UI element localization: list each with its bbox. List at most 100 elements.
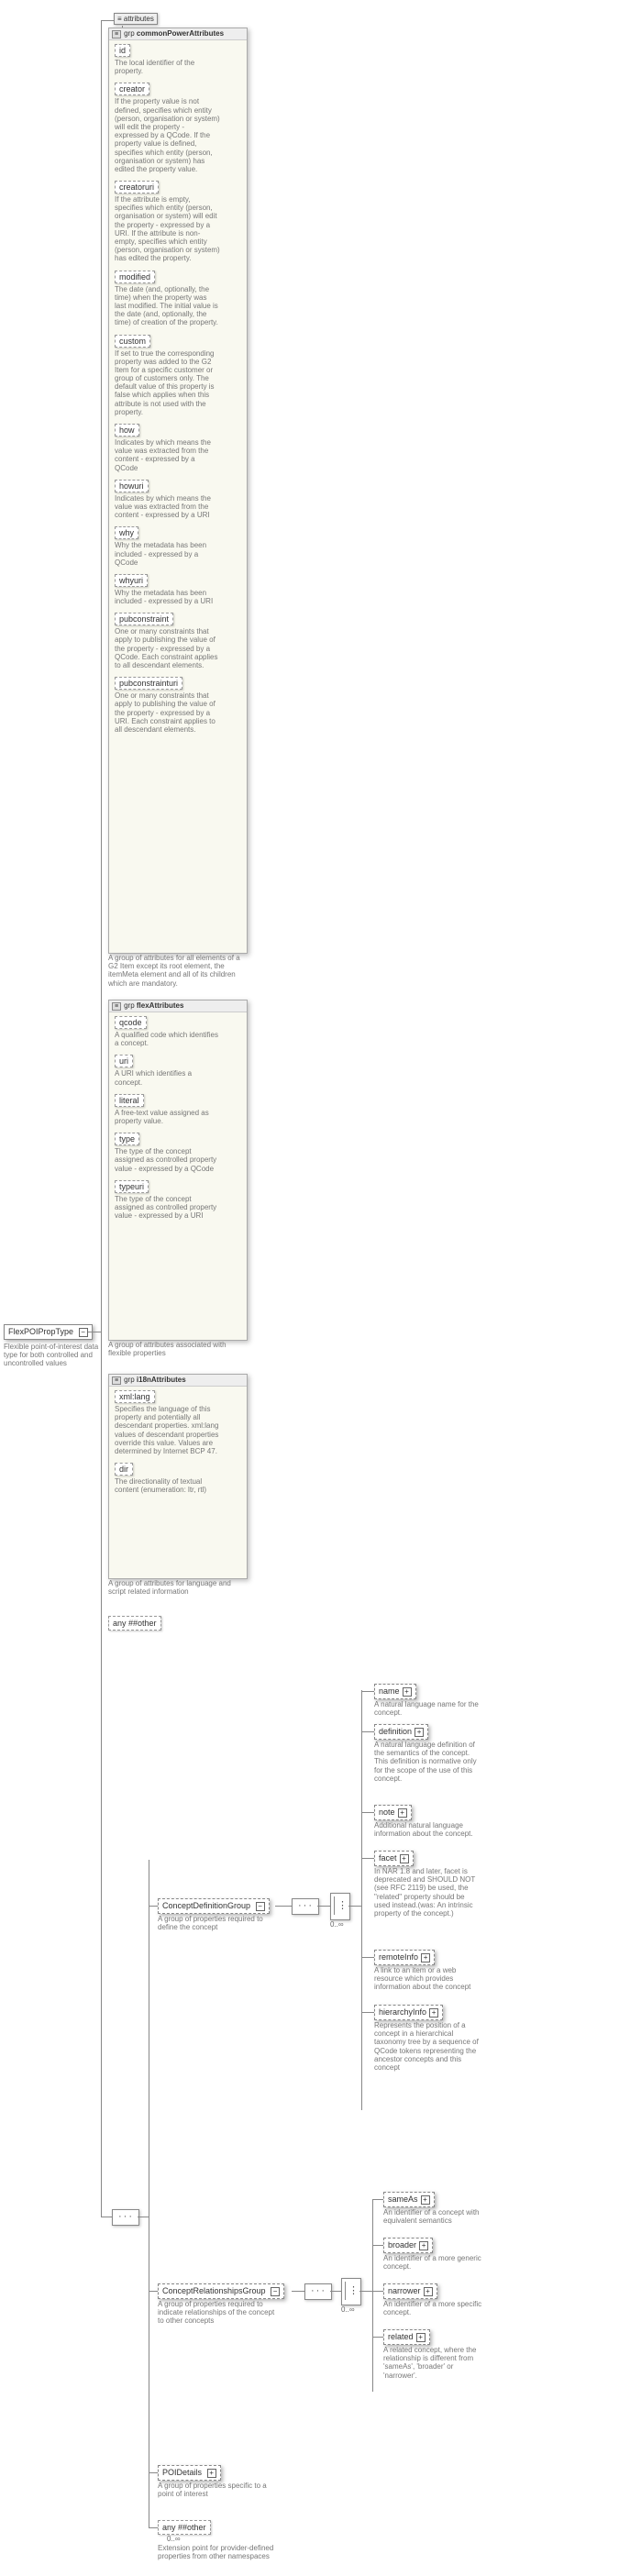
- child-label: note: [379, 1808, 395, 1817]
- expand-icon[interactable]: +: [415, 1728, 424, 1737]
- expand-icon[interactable]: +: [416, 2333, 426, 2342]
- expand-icon[interactable]: +: [400, 1854, 409, 1863]
- root-type-label: FlexPOIPropType: [8, 1327, 73, 1336]
- child-element-node[interactable]: narrower+: [383, 2283, 437, 2299]
- attribute-name: typeuri: [115, 1180, 149, 1193]
- child-element-node[interactable]: name+: [374, 1684, 416, 1699]
- expand-icon[interactable]: +: [207, 2469, 216, 2478]
- child-label: narrower: [388, 2286, 421, 2295]
- sequence-indicator: [292, 1898, 319, 1915]
- child-element-node[interactable]: definition+: [374, 1724, 428, 1740]
- attribute-item: qcode A qualified code which identifies a…: [115, 1016, 241, 1047]
- attribute-name: creatoruri: [115, 181, 159, 193]
- expand-icon[interactable]: +: [403, 1687, 412, 1697]
- child-label: remoteInfo: [379, 1952, 418, 1962]
- group-commonpowerattributes: ≡grp commonPowerAttributes idThe local i…: [108, 28, 248, 954]
- any-other-element: any ##other: [158, 2520, 211, 2535]
- attribute-item: idThe local identifier of the property.: [115, 44, 241, 75]
- child-desc: Represents the position of a concept in …: [374, 2021, 480, 2072]
- child-label: sameAs: [388, 2195, 418, 2204]
- attribute-item: whyWhy the metadata has been included - …: [115, 526, 241, 567]
- attribute-desc: One or many constraints that apply to pu…: [115, 691, 220, 734]
- sequence-indicator: [112, 2209, 139, 2226]
- conceptrelationshipsgroup-node[interactable]: ConceptRelationshipsGroup −: [158, 2283, 284, 2299]
- child-element-node[interactable]: sameAs+: [383, 2192, 435, 2207]
- child-label: related: [388, 2332, 414, 2341]
- child-desc: An identifier of a more specific concept…: [383, 2300, 489, 2316]
- child-desc: Additional natural language information …: [374, 1821, 480, 1838]
- attribute-item: howuriIndicates by which means the value…: [115, 480, 241, 520]
- attribute-item: creatorIf the property value is not defi…: [115, 83, 241, 173]
- attribute-item: pubconstraintOne or many constraints tha…: [115, 613, 241, 669]
- child-label: hierarchyInfo: [379, 2007, 426, 2017]
- attribute-item: customIf set to true the corresponding p…: [115, 335, 241, 417]
- attribute-name: why: [115, 526, 138, 539]
- child-desc: An identifier of a more generic concept.: [383, 2254, 489, 2271]
- child-desc: A natural language name for the concept.: [374, 1700, 480, 1717]
- expand-icon[interactable]: +: [398, 1808, 407, 1818]
- conceptdefinitiongroup-node[interactable]: ConceptDefinitionGroup −: [158, 1898, 270, 1914]
- expand-icon[interactable]: +: [419, 2241, 428, 2250]
- expand-icon[interactable]: −: [271, 2287, 280, 2296]
- child-desc: An identifier of a concept with equivale…: [383, 2208, 489, 2225]
- occurrence-label: 0..∞: [341, 2305, 355, 2314]
- attribute-desc: If the property value is not defined, sp…: [115, 97, 220, 173]
- expand-icon[interactable]: +: [424, 2287, 433, 2296]
- attribute-desc: The date (and, optionally, the time) whe…: [115, 285, 220, 327]
- root-type-node[interactable]: FlexPOIPropType −: [4, 1324, 93, 1340]
- attribute-desc: Specifies the language of this property …: [115, 1405, 220, 1455]
- expand-icon[interactable]: −: [256, 1902, 265, 1911]
- child-label: broader: [388, 2240, 416, 2250]
- child-element-node[interactable]: hierarchyInfo+: [374, 2005, 443, 2020]
- child-element-node[interactable]: note+: [374, 1805, 412, 1820]
- occurrence-label: 0..∞: [330, 1920, 344, 1929]
- attribute-desc: The type of the concept assigned as cont…: [115, 1147, 220, 1173]
- child-label: name: [379, 1686, 400, 1696]
- attribute-item: modified The date (and, optionally, the t…: [115, 271, 241, 327]
- attribute-name: pubconstrainturi: [115, 677, 182, 690]
- child-element-node[interactable]: broader+: [383, 2238, 433, 2253]
- poidetails-node[interactable]: POIDetails +: [158, 2465, 221, 2481]
- attribute-desc: The local identifier of the property.: [115, 59, 220, 75]
- attribute-name: pubconstraint: [115, 613, 173, 625]
- attribute-desc: The directionality of textual content (e…: [115, 1477, 220, 1494]
- child-desc: A natural language definition of the sem…: [374, 1741, 480, 1783]
- attribute-name: modified: [115, 271, 155, 283]
- attribute-item: dirThe directionality of textual content…: [115, 1463, 241, 1494]
- attributes-header: ≡ attributes: [114, 13, 158, 25]
- group-caption-cpa: A group of attributes for all elements o…: [108, 954, 246, 988]
- attribute-item: type The type of the concept assigned as …: [115, 1133, 241, 1173]
- attribute-item: literalA free-text value assigned as pro…: [115, 1094, 241, 1125]
- attribute-name: dir: [115, 1463, 133, 1476]
- expand-icon[interactable]: +: [421, 1953, 430, 1962]
- poidetails-desc: A group of properties specific to a poin…: [158, 2482, 268, 2498]
- child-element-node[interactable]: remoteInfo+: [374, 1950, 435, 1965]
- group-caption-flex: A group of attributes associated with fl…: [108, 1341, 237, 1357]
- group-flexattributes: ≡grp flexAttributes qcode A qualified cod…: [108, 1000, 248, 1341]
- attribute-name: type: [115, 1133, 139, 1145]
- attribute-name: qcode: [115, 1016, 147, 1029]
- crg-desc: A group of properties required to indica…: [158, 2300, 277, 2326]
- expand-icon[interactable]: +: [429, 2008, 438, 2018]
- attribute-name: xml:lang: [115, 1390, 155, 1403]
- attribute-desc: Indicates by which means the value was e…: [115, 438, 220, 472]
- attribute-name: uri: [115, 1055, 133, 1067]
- sequence-indicator: [304, 2283, 332, 2300]
- attribute-item: typeuriThe type of the concept assigned …: [115, 1180, 241, 1221]
- child-element-node[interactable]: facet+: [374, 1851, 414, 1866]
- expand-icon[interactable]: −: [79, 1328, 88, 1337]
- child-element-node[interactable]: related+: [383, 2329, 430, 2345]
- attribute-desc: A URI which identifies a concept.: [115, 1069, 220, 1086]
- attribute-name: literal: [115, 1094, 144, 1107]
- attribute-name: how: [115, 424, 139, 437]
- group-header: ≡grp flexAttributes: [109, 1001, 247, 1012]
- attribute-item: howIndicates by which means the value wa…: [115, 424, 241, 472]
- cdg-desc: A group of properties required to define…: [158, 1915, 268, 1931]
- group-caption-i18n: A group of attributes for language and s…: [108, 1579, 237, 1596]
- child-desc: A related concept, where the relationshi…: [383, 2346, 489, 2380]
- attribute-item: pubconstrainturiOne or many constraints …: [115, 677, 241, 734]
- group-header: ≡grp i18nAttributes: [109, 1375, 247, 1387]
- occurrence-label: 0..∞: [167, 2535, 181, 2543]
- attribute-desc: A qualified code which identifies a conc…: [115, 1031, 220, 1047]
- expand-icon[interactable]: +: [421, 2195, 430, 2205]
